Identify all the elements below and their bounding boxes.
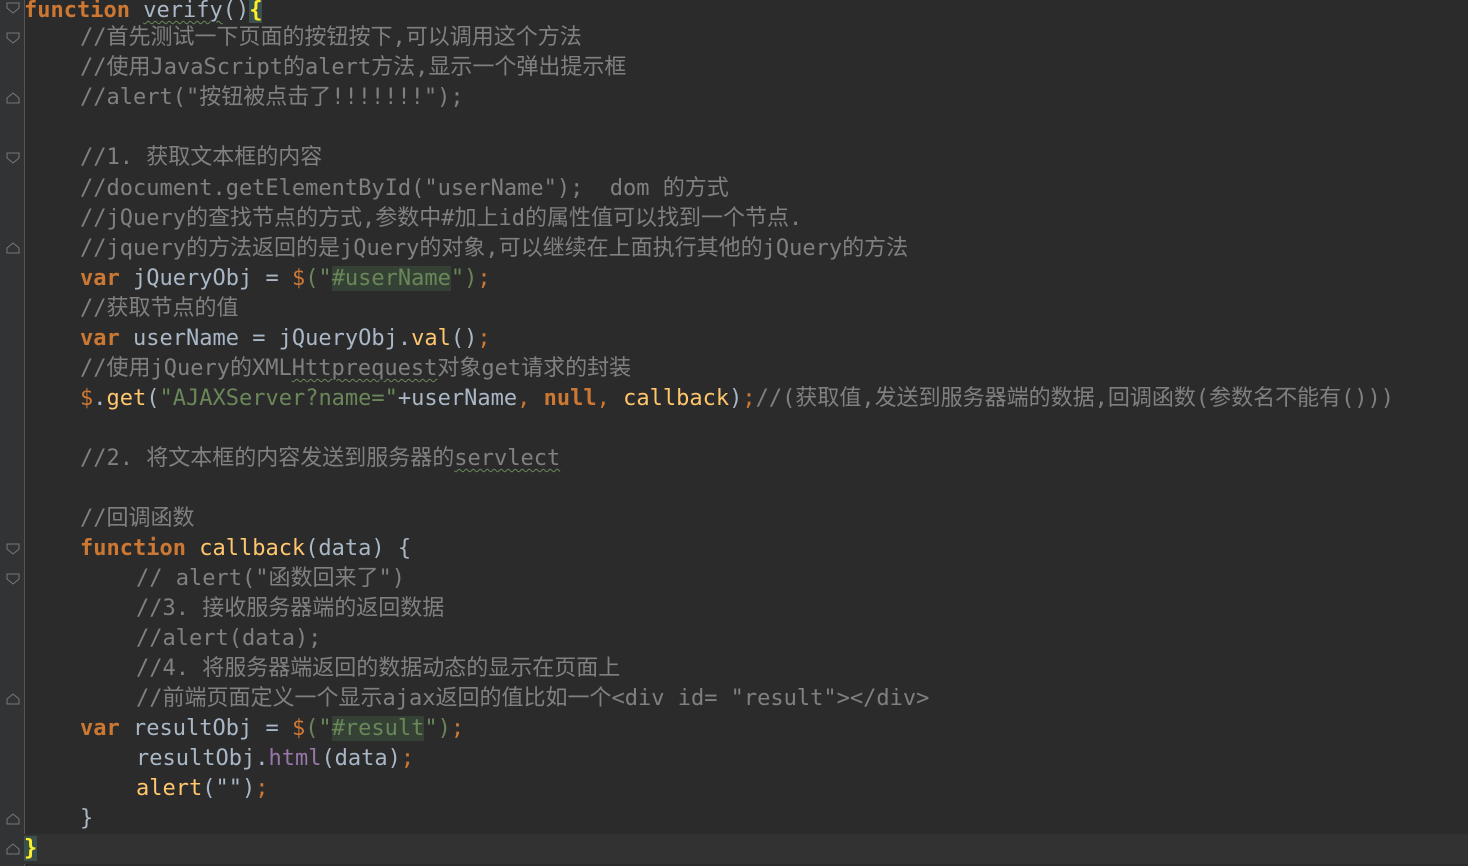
identifier: +userName — [397, 386, 518, 411]
code-comment: //使用JavaScript的alert方法,显示一个弹出提示框 — [80, 55, 627, 80]
keyword: function — [24, 0, 130, 23]
code-comment: //jquery的方法返回的是jQuery的对象,可以继续在上面执行其他的jQu… — [80, 236, 909, 261]
current-line[interactable]: } — [24, 834, 1468, 864]
identifier: jQueryObj = — [119, 266, 292, 291]
code-area[interactable]: function verify(){ //首先测试一下页面的按钮按下,可以调用这… — [24, 0, 1468, 866]
semicolon: ; — [477, 326, 491, 351]
inline-comment: //(获取值,发送到服务器端的数据,回调函数(参数名不能有())) — [755, 386, 1395, 411]
function-name: verify — [143, 0, 223, 23]
fold-open-icon[interactable] — [6, 2, 20, 14]
code-comment: //4. 将服务器端返回的数据动态的显示在页面上 — [136, 656, 621, 681]
identifier: resultObj. — [136, 746, 269, 771]
code-comment: //前端页面定义一个显示ajax返回的值比如一个<div id= "result… — [136, 686, 930, 711]
code-comment: //alert(data); — [136, 626, 322, 651]
string-open: (" — [305, 716, 332, 741]
open-paren: ( — [146, 386, 160, 411]
fold-open-icon[interactable] — [6, 32, 20, 44]
editor-gutter — [0, 0, 25, 866]
params: (data) { — [305, 536, 412, 561]
callback-ref: callback — [623, 386, 730, 411]
method-name: get — [106, 386, 147, 411]
function-name: callback — [199, 536, 306, 561]
dollar: $ — [80, 386, 94, 411]
code-comment: //获取节点的值 — [80, 296, 239, 321]
code-comment: //alert("按钮被点击了!!!!!!!"); — [80, 85, 464, 110]
code-line[interactable]: var userName = jQueryObj.val(); — [24, 324, 1468, 354]
code-line[interactable]: $.get("AJAXServer?name="+userName, null,… — [24, 384, 1468, 414]
fold-close-icon[interactable] — [6, 242, 20, 254]
close-brace: } — [80, 806, 94, 831]
code-comment: //回调函数 — [80, 506, 195, 531]
fold-open-icon[interactable] — [6, 543, 20, 555]
code-line[interactable]: function callback(data) { — [24, 534, 1468, 564]
code-comment: //document.getElementById("userName"); d… — [80, 176, 729, 201]
comment-typo: servlect — [454, 446, 561, 471]
dollar: $ — [291, 266, 306, 291]
string-close: ") — [424, 716, 451, 741]
code-comment: //3. 接收服务器端的返回数据 — [136, 596, 445, 621]
comma: , — [596, 386, 624, 411]
comment-part: //使用jQuery的XML — [80, 356, 292, 381]
comma: , — [517, 386, 544, 411]
semicolon: ; — [477, 266, 491, 291]
code-comment: //使用jQuery的XMLHttprequest对象get请求的封装 — [24, 354, 1468, 384]
method-name: html — [268, 746, 322, 771]
method-name: alert — [136, 776, 203, 801]
close-brace-highlight: } — [24, 836, 38, 861]
method-name: val — [411, 326, 451, 351]
keyword: var — [80, 266, 120, 291]
call-args: (data) — [321, 746, 401, 771]
null-keyword: null — [543, 386, 597, 411]
fold-close-icon[interactable] — [6, 92, 20, 104]
comment-part: 对象get请求的封装 — [437, 356, 632, 381]
keyword: var — [80, 326, 120, 351]
code-line[interactable]: resultObj.html(data); — [24, 744, 1468, 774]
semicolon: ; — [400, 746, 415, 771]
code-editor[interactable]: function verify(){ //首先测试一下页面的按钮按下,可以调用这… — [0, 0, 1468, 866]
dot: . — [93, 386, 107, 411]
string-open: (" — [305, 266, 332, 291]
keyword: var — [80, 716, 120, 741]
code-line[interactable]: var jQueryObj = $("#userName"); — [24, 264, 1468, 294]
string-literal: "AJAXServer?name=" — [159, 386, 398, 411]
fold-close-icon[interactable] — [6, 813, 20, 825]
params: () — [222, 0, 250, 23]
code-comment: // alert("函数回来了") — [136, 566, 405, 591]
comment-typo: Httprequest — [291, 356, 438, 381]
fold-close-icon[interactable] — [6, 843, 20, 855]
semicolon: ; — [742, 386, 756, 411]
dollar: $ — [291, 716, 306, 741]
close-paren: ) — [729, 386, 743, 411]
code-line[interactable]: alert(""); — [24, 774, 1468, 804]
keyword: function — [80, 536, 186, 561]
string-literal: #userName — [331, 266, 451, 291]
call-parens: () — [450, 326, 478, 351]
code-comment: //jQuery的查找节点的方式,参数中#加上id的属性值可以找到一个节点. — [80, 206, 803, 231]
code-comment: //2. 将文本框的内容发送到服务器的servlect — [24, 444, 1468, 474]
fold-open-icon[interactable] — [6, 152, 20, 164]
semicolon: ; — [255, 776, 269, 801]
comment-part: //2. 将文本框的内容发送到服务器的 — [80, 446, 455, 471]
open-brace: { — [249, 0, 263, 23]
string-close: ") — [450, 266, 478, 291]
fold-close-icon[interactable] — [6, 693, 20, 705]
fold-open-icon[interactable] — [6, 573, 20, 585]
code-comment: //首先测试一下页面的按钮按下,可以调用这个方法 — [80, 25, 582, 50]
identifier: resultObj = — [119, 716, 292, 741]
call-args: ("") — [202, 776, 256, 801]
code-line[interactable]: var resultObj = $("#result"); — [24, 714, 1468, 744]
code-comment: //1. 获取文本框的内容 — [80, 145, 323, 170]
string-literal: #result — [331, 716, 425, 741]
semicolon: ; — [450, 716, 465, 741]
identifier: userName = jQueryObj. — [119, 326, 412, 351]
